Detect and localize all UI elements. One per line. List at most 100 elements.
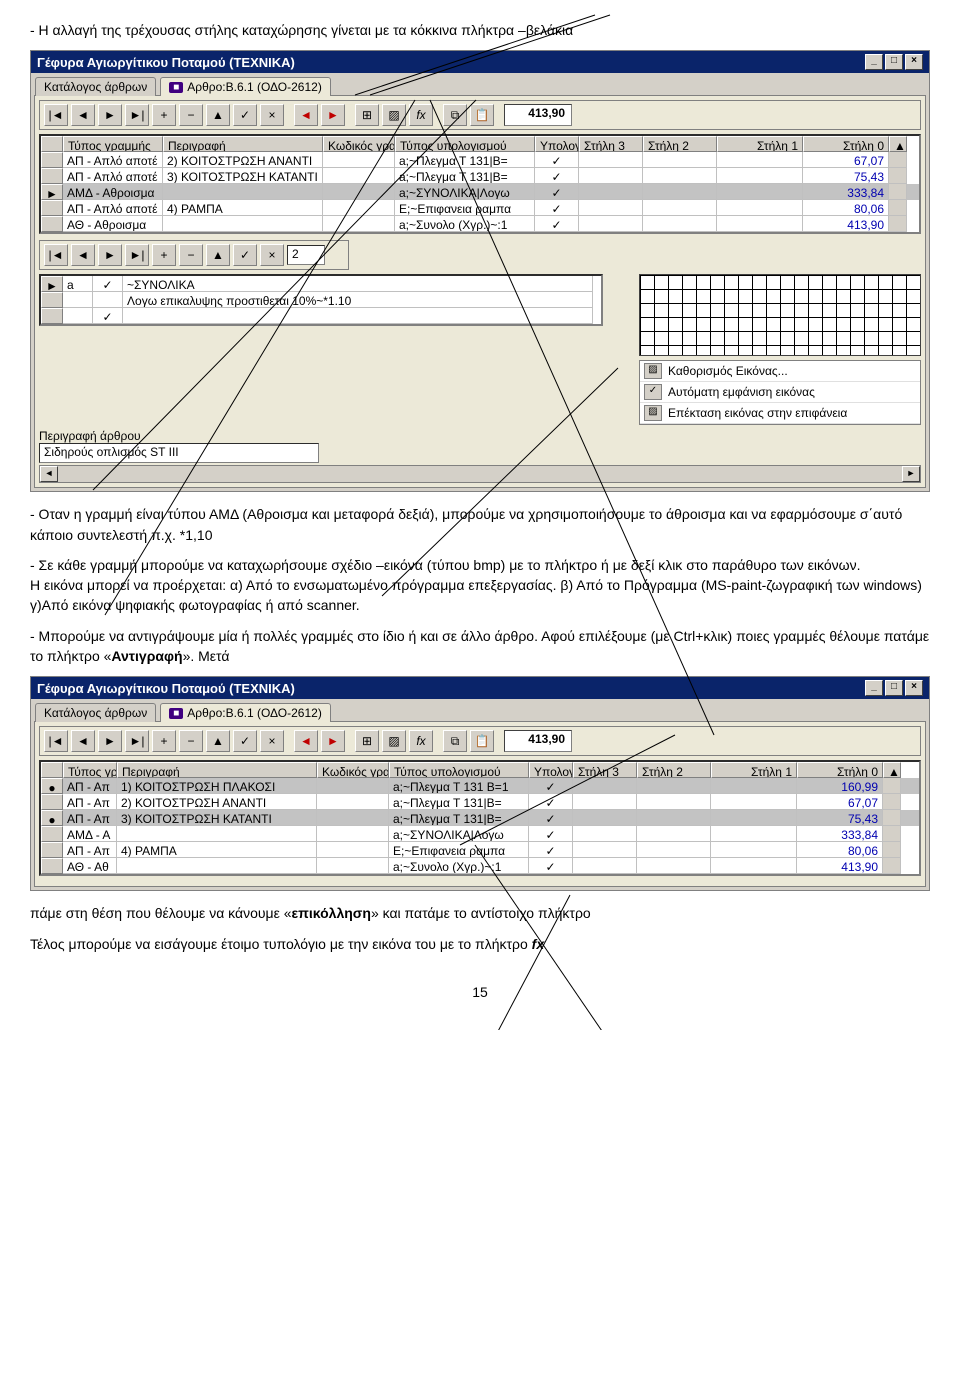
nav-next-icon[interactable]: ► <box>98 104 122 126</box>
red-right-icon[interactable]: ► <box>321 104 345 126</box>
menu-define-image[interactable]: ▨Καθορισμός Εικόνας... <box>640 361 920 382</box>
formula-text2[interactable]: Λογω επικαλυψης προστιθεται 10%~*1.10 <box>123 292 593 308</box>
nav3-last-icon[interactable]: ►| <box>125 730 149 752</box>
nav3-prev-icon[interactable]: ◄ <box>71 730 95 752</box>
scroll-up-icon-2[interactable]: ▲ <box>883 762 901 778</box>
table-row[interactable]: ΑΠ - Απλό αποτέ2) ΚΟΙΤΟΣΤΡΩΣΗ ΑΝΑΝΤΙa;~Π… <box>41 152 919 168</box>
article-description[interactable]: Σιδηρούς οπλισμός ST III <box>39 443 319 463</box>
image2-icon[interactable]: ▨ <box>382 730 406 752</box>
nav2-del-icon[interactable]: − <box>179 244 203 266</box>
tab-article[interactable]: ■ Αρθρο:Β.6.1 (ΟΔΟ-2612) <box>160 77 331 96</box>
image-icon[interactable]: ▨ <box>382 104 406 126</box>
table-row[interactable]: ►ΑΜΔ - Αθροισμαa;~ΣΥΝΟΛΙΚΑ|Λογω✓333,84 <box>41 184 919 200</box>
table-row[interactable]: ΑΠ - Απλό αποτέ3) ΚΟΙΤΟΣΤΡΩΣΗ ΚΑΤΑΝΤΙa;~… <box>41 168 919 184</box>
table-row[interactable]: ΑΜΔ - Αa;~ΣΥΝΟΛΙΚΑ|Λογω✓333,84 <box>41 826 919 842</box>
nav-first-icon[interactable]: |◄ <box>44 104 68 126</box>
image-preview[interactable] <box>639 274 921 356</box>
table-row[interactable]: ΑΘ - Αθa;~Συνολο (Xγρ.)~:1✓413,90 <box>41 858 919 874</box>
final-fx: Τέλος μπορούμε να εισάγουμε έτοιμο τυπολ… <box>30 934 930 954</box>
red2-right-icon[interactable]: ► <box>321 730 345 752</box>
cancel-icon[interactable]: × <box>260 104 284 126</box>
toolbar-lower: |◄ ◄ ► ►| + − ▲ ✓ × 2 <box>39 240 349 270</box>
page-number: 15 <box>30 984 930 1000</box>
nav2-last-icon[interactable]: ►| <box>125 244 149 266</box>
table-row[interactable]: ΑΠ - Απλό αποτέ4) ΡΑΜΠΑE;~Επιφανεια ραμπ… <box>41 200 919 216</box>
maximize-button-2[interactable]: □ <box>885 680 903 696</box>
tab-catalogue-2[interactable]: Κατάλογος άρθρων <box>35 703 156 722</box>
col-s2[interactable]: Στήλη 2 <box>643 136 717 152</box>
nav2-cancel-icon[interactable]: × <box>260 244 284 266</box>
scroll-left-icon[interactable]: ◄ <box>40 466 58 482</box>
scroll-up-icon[interactable]: ▲ <box>889 136 907 152</box>
col-s0[interactable]: Στήλη 0 <box>803 136 889 152</box>
copy-icon[interactable]: ⧉ <box>443 104 467 126</box>
app-window-2: Γέφυρα Αγιωργίτικου Ποταμού (ΤΕΧΝΙΚΑ) _ … <box>30 676 930 891</box>
display-value: 413,90 <box>504 104 572 126</box>
table-row[interactable]: ΑΘ - Αθροισμαa;~Συνολο (Xγρ.)~:1✓413,90 <box>41 216 919 232</box>
close-button-2[interactable]: × <box>905 680 923 696</box>
line-index[interactable]: 2 <box>287 245 325 265</box>
paste-icon[interactable]: 📋 <box>470 104 494 126</box>
fx2-icon[interactable]: fx <box>409 730 433 752</box>
nav3-edit-icon[interactable]: ▲ <box>206 730 230 752</box>
grid-main[interactable]: Τύπος γραμμής Περιγραφή Κωδικός γραμμής … <box>39 134 921 234</box>
edit-icon[interactable]: ▲ <box>206 104 230 126</box>
nav-prev-icon[interactable]: ◄ <box>71 104 95 126</box>
bullet-image-a: - Σε κάθε γραμμή μπορούμε να καταχωρήσου… <box>30 555 930 616</box>
tab-icon-2: ■ <box>169 708 183 719</box>
paste2-icon[interactable]: 📋 <box>470 730 494 752</box>
close-button[interactable]: × <box>905 54 923 70</box>
col-calc[interactable]: Τύπος υπολογισμού <box>395 136 535 152</box>
add-icon[interactable]: + <box>152 104 176 126</box>
confirm-icon[interactable]: ✓ <box>233 104 257 126</box>
toolbar-upper: |◄ ◄ ► ►| + − ▲ ✓ × ◄ ► ⊞ ▨ fx ⧉ 📋 <box>39 100 921 130</box>
nav2-next-icon[interactable]: ► <box>98 244 122 266</box>
window-title: Γέφυρα Αγιωργίτικου Ποταμού (ΤΕΧΝΙΚΑ) <box>37 55 295 70</box>
scrollbar[interactable]: ◄ ► <box>39 465 921 483</box>
nav3-first-icon[interactable]: |◄ <box>44 730 68 752</box>
calc-icon[interactable]: ⊞ <box>355 104 379 126</box>
table-row[interactable]: ●ΑΠ - Απ3) ΚΟΙΤΟΣΤΡΩΣΗ ΚΑΤΑΝΤΙa;~Πλεγμα … <box>41 810 919 826</box>
nav-last-icon[interactable]: ►| <box>125 104 149 126</box>
formula-text1[interactable]: ~ΣΥΝΟΛΙΚΑ <box>123 276 593 292</box>
col-s3[interactable]: Στήλη 3 <box>579 136 643 152</box>
nav2-first-icon[interactable]: |◄ <box>44 244 68 266</box>
col-s1[interactable]: Στήλη 1 <box>717 136 803 152</box>
nav3-next-icon[interactable]: ► <box>98 730 122 752</box>
display-value-2: 413,90 <box>504 730 572 752</box>
formula-a[interactable]: a <box>63 276 93 292</box>
table-row[interactable]: ΑΠ - Απ2) ΚΟΙΤΟΣΤΡΩΣΗ ΑΝΑΝΤΙa;~Πλεγμα Τ … <box>41 794 919 810</box>
minimize-button-2[interactable]: _ <box>865 680 883 696</box>
bullet-copy: - Μπορούμε να αντιγράψουμε μία ή πολλές … <box>30 626 930 667</box>
menu-expand-image[interactable]: ▨Επέκταση εικόνας στην επιφάνεια <box>640 403 920 424</box>
nav3-del-icon[interactable]: − <box>179 730 203 752</box>
nav2-edit-icon[interactable]: ▲ <box>206 244 230 266</box>
tab-article-2[interactable]: ■ Αρθρο:Β.6.1 (ΟΔΟ-2612) <box>160 703 331 722</box>
app-window-1: Γέφυρα Αγιωργίτικου Ποταμού (ΤΕΧΝΙΚΑ) _ … <box>30 50 930 492</box>
copy2-icon[interactable]: ⧉ <box>443 730 467 752</box>
delete-icon[interactable]: − <box>179 104 203 126</box>
col-code[interactable]: Κωδικός γραμμής <box>323 136 395 152</box>
fx-icon[interactable]: fx <box>409 104 433 126</box>
nav2-prev-icon[interactable]: ◄ <box>71 244 95 266</box>
menu-auto-image[interactable]: ✓Αυτόματη εμφάνιση εικόνας <box>640 382 920 403</box>
grid-main-2[interactable]: Τύπος γραμ Περιγραφή Κωδικός γραμμής Τύπ… <box>39 760 921 876</box>
red-left-icon[interactable]: ◄ <box>294 104 318 126</box>
maximize-button[interactable]: □ <box>885 54 903 70</box>
col-up[interactable]: Υπολογισμός <box>535 136 579 152</box>
col-desc[interactable]: Περιγραφή <box>163 136 323 152</box>
tab-icon: ■ <box>169 82 183 93</box>
minimize-button[interactable]: _ <box>865 54 883 70</box>
col-type[interactable]: Τύπος γραμμής <box>63 136 163 152</box>
red2-left-icon[interactable]: ◄ <box>294 730 318 752</box>
nav3-cancel-icon[interactable]: × <box>260 730 284 752</box>
scroll-right-icon[interactable]: ► <box>902 466 920 482</box>
calc2-icon[interactable]: ⊞ <box>355 730 379 752</box>
nav2-ok-icon[interactable]: ✓ <box>233 244 257 266</box>
nav2-add-icon[interactable]: + <box>152 244 176 266</box>
table-row[interactable]: ●ΑΠ - Απ1) ΚΟΙΤΟΣΤΡΩΣΗ ΠΛΑΚΟΣΙa;~Πλεγμα … <box>41 778 919 794</box>
tab-catalogue[interactable]: Κατάλογος άρθρων <box>35 77 156 96</box>
table-row[interactable]: ΑΠ - Απ4) ΡΑΜΠΑE;~Επιφανεια ραμπα✓80,06 <box>41 842 919 858</box>
nav3-add-icon[interactable]: + <box>152 730 176 752</box>
nav3-ok-icon[interactable]: ✓ <box>233 730 257 752</box>
